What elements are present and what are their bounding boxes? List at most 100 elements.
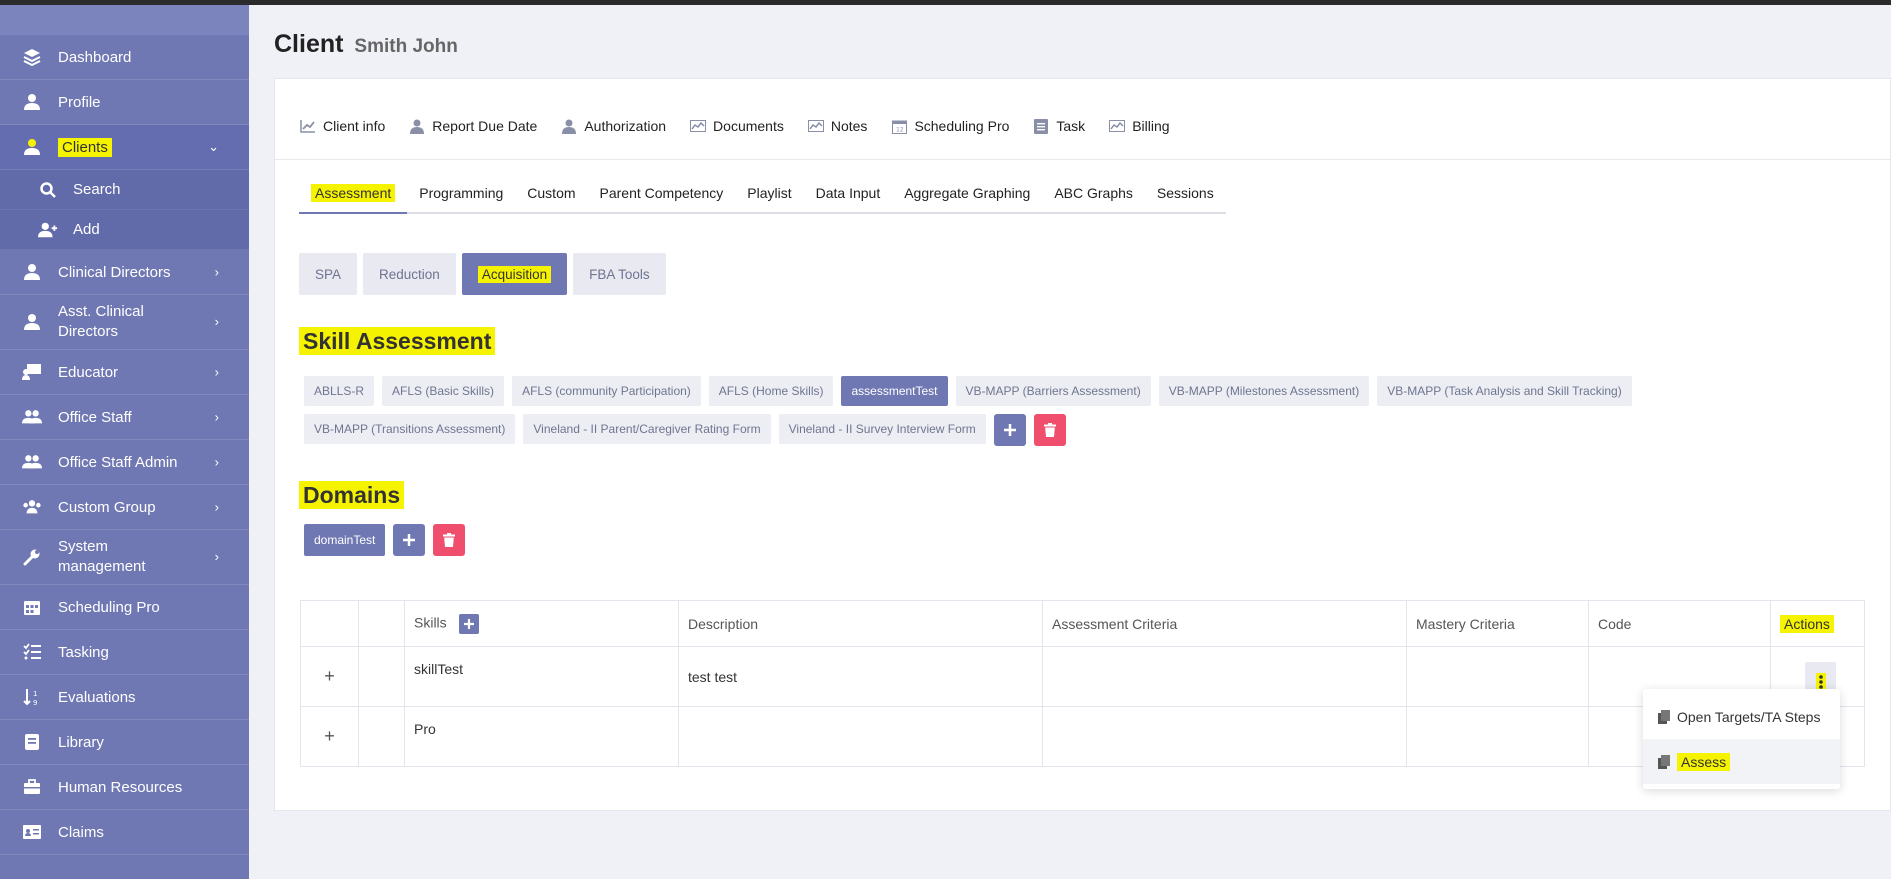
chip-domain-selected[interactable]: domainTest xyxy=(304,524,386,556)
header-label: Actions xyxy=(1780,614,1834,633)
sidebar-item-label: Clients xyxy=(58,137,112,157)
chip-assessment[interactable]: VB-MAPP (Barriers Assessment) xyxy=(955,376,1151,406)
pill-spa[interactable]: SPA xyxy=(299,253,358,295)
pill-acquisition[interactable]: Acquisition xyxy=(461,253,568,295)
sidebar-item-asst-clinical-directors[interactable]: Asst. Clinical Directors › xyxy=(0,295,249,350)
sidebar-item-profile[interactable]: Profile xyxy=(0,80,249,125)
briefcase-icon xyxy=(22,777,42,797)
header-label: Assessment Criteria xyxy=(1052,615,1178,632)
search-icon xyxy=(38,180,58,200)
tab-report-due-date[interactable]: Report Due Date xyxy=(409,93,537,159)
chip-label: assessmentTest xyxy=(851,384,938,398)
tab-custom[interactable]: Custom xyxy=(515,174,587,212)
divider xyxy=(275,159,1891,160)
user-icon xyxy=(22,92,42,112)
sort-numeric-icon: 19 xyxy=(22,687,42,707)
layers-icon xyxy=(22,47,42,67)
pill-label: Acquisition xyxy=(477,265,552,283)
tab-client-info[interactable]: Client info xyxy=(300,93,385,159)
menu-item-assess[interactable]: Assess xyxy=(1643,739,1840,784)
sidebar-subitem-add[interactable]: Add xyxy=(0,210,249,250)
table-cell xyxy=(1406,706,1589,767)
expand-row-button[interactable]: + xyxy=(300,706,359,767)
sidebar-item-office-staff[interactable]: Office Staff › xyxy=(0,395,249,440)
user-icon xyxy=(22,137,42,157)
sidebar-item-educator[interactable]: Educator › xyxy=(0,350,249,395)
sidebar-item-human-resources[interactable]: Human Resources xyxy=(0,765,249,810)
delete-assessment-button[interactable] xyxy=(1033,414,1066,446)
sidebar-subitem-label: Search xyxy=(73,181,121,198)
plus-icon xyxy=(403,534,416,546)
sidebar-item-label: Dashboard xyxy=(58,48,132,66)
sidebar-item-custom-group[interactable]: Custom Group › xyxy=(0,485,249,530)
tab-parent-competency[interactable]: Parent Competency xyxy=(588,174,736,212)
chip-assessment[interactable]: Vineland - II Survey Interview Form xyxy=(778,414,986,444)
header-label: Description xyxy=(688,615,759,632)
sidebar-item-library[interactable]: Library xyxy=(0,720,249,765)
tab-data-input[interactable]: Data Input xyxy=(804,174,893,212)
sidebar-item-label: Office Staff Admin xyxy=(58,453,178,471)
page-title: Client Smith John xyxy=(274,30,458,59)
tab-assessment[interactable]: Assessment xyxy=(299,174,408,214)
tab-scheduling-pro[interactable]: 12 Scheduling Pro xyxy=(891,93,1009,159)
tab-programming[interactable]: Programming xyxy=(407,174,515,212)
sidebar-item-system-management[interactable]: System management › xyxy=(0,530,249,585)
expand-row-button[interactable]: + xyxy=(300,646,359,707)
tab-abc-graphs[interactable]: ABC Graphs xyxy=(1042,174,1145,212)
tab-sessions[interactable]: Sessions xyxy=(1145,174,1226,212)
sidebar-item-clients[interactable]: Clients ⌄ xyxy=(0,125,249,170)
tab-task[interactable]: Task xyxy=(1033,93,1085,159)
add-assessment-button[interactable] xyxy=(993,414,1026,446)
sidebar-item-label: Evaluations xyxy=(58,688,136,706)
chip-assessment-selected[interactable]: assessmentTest xyxy=(841,376,948,406)
chip-assessment[interactable]: Vineland - II Parent/Caregiver Rating Fo… xyxy=(523,414,771,444)
sidebar-item-label: Scheduling Pro xyxy=(58,598,160,616)
tab-billing[interactable]: Billing xyxy=(1109,93,1170,159)
sidebar-item-clinical-directors[interactable]: Clinical Directors › xyxy=(0,250,249,295)
user-icon xyxy=(22,312,42,332)
pill-reduction[interactable]: Reduction xyxy=(363,253,456,295)
user-icon xyxy=(409,118,425,134)
tab-label: Report Due Date xyxy=(432,118,538,134)
tab-documents[interactable]: Documents xyxy=(690,93,784,159)
tab-label: Parent Competency xyxy=(599,185,724,201)
pill-fba-tools[interactable]: FBA Tools xyxy=(573,253,666,295)
tab-aggregate-graphing[interactable]: Aggregate Graphing xyxy=(892,174,1042,212)
tab-authorization[interactable]: Authorization xyxy=(561,93,666,159)
tab-notes[interactable]: Notes xyxy=(807,93,867,159)
chart-area-icon xyxy=(1109,118,1126,134)
chip-assessment[interactable]: AFLS (community Participation) xyxy=(512,376,701,406)
chevron-right-icon: › xyxy=(214,549,219,564)
calendar-icon: 12 xyxy=(891,118,907,134)
sidebar-item-label: Human Resources xyxy=(58,778,183,796)
sidebar-subitem-search[interactable]: Search xyxy=(0,170,249,210)
domains-heading: Domains xyxy=(299,481,405,509)
chip-label: VB-MAPP (Milestones Assessment) xyxy=(1168,384,1360,398)
add-domain-button[interactable] xyxy=(393,524,426,556)
chip-assessment[interactable]: AFLS (Home Skills) xyxy=(708,376,834,406)
chip-assessment[interactable]: VB-MAPP (Milestones Assessment) xyxy=(1158,376,1370,406)
skills-header: Skills xyxy=(404,600,679,647)
sidebar-item-dashboard[interactable]: Dashboard xyxy=(0,35,249,80)
sidebar-item-tasking[interactable]: Tasking xyxy=(0,630,249,675)
chip-label: VB-MAPP (Transitions Assessment) xyxy=(314,422,506,436)
delete-domain-button[interactable] xyxy=(433,524,466,556)
sidebar-item-evaluations[interactable]: 19 Evaluations xyxy=(0,675,249,720)
sidebar-item-scheduling-pro[interactable]: Scheduling Pro xyxy=(0,585,249,630)
sidebar-item-office-staff-admin[interactable]: Office Staff Admin › xyxy=(0,440,249,485)
tab-label: Task xyxy=(1056,118,1086,134)
chip-assessment[interactable]: AFLS (Basic Skills) xyxy=(382,376,505,406)
sidebar-item-claims[interactable]: Claims xyxy=(0,810,249,855)
tab-label: Playlist xyxy=(747,185,792,201)
table-cell xyxy=(1406,646,1589,707)
tab-label: Billing xyxy=(1132,118,1170,134)
tab-label: Assessment xyxy=(311,184,396,202)
sidebar-item-label: Library xyxy=(58,733,104,751)
chip-assessment[interactable]: VB-MAPP (Transitions Assessment) xyxy=(304,414,516,444)
tab-playlist[interactable]: Playlist xyxy=(735,174,803,212)
sidebar-item-label: Custom Group xyxy=(58,498,156,516)
chip-assessment[interactable]: ABLLS-R xyxy=(304,376,375,406)
chip-assessment[interactable]: VB-MAPP (Task Analysis and Skill Trackin… xyxy=(1377,376,1632,406)
add-skill-button[interactable] xyxy=(458,613,479,634)
menu-item-open-targets[interactable]: Open Targets/TA Steps xyxy=(1643,694,1840,739)
